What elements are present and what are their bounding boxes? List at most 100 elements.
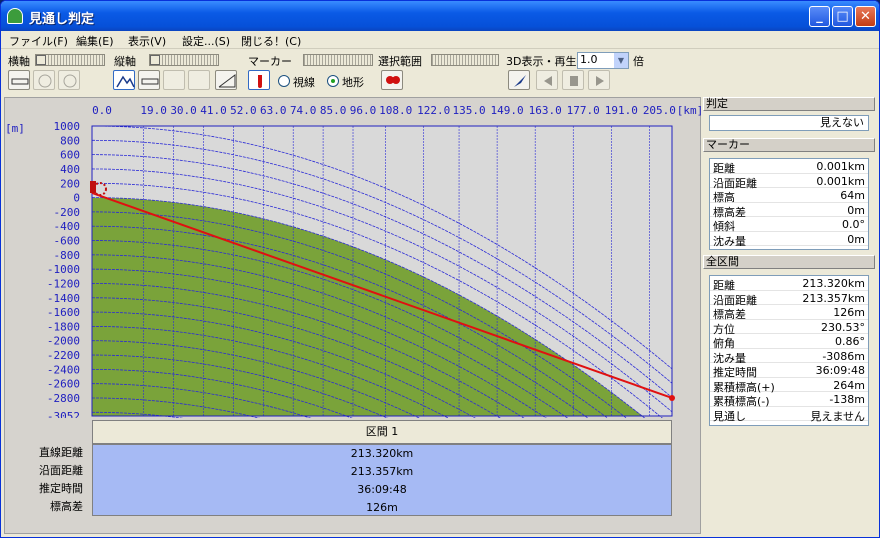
y-tick-label: -2200: [47, 349, 80, 362]
chart-panel: 0.0 19.0 30.0 41.0 52.0 63.0 74.0 85.0 96.0 108.0…: [4, 97, 702, 534]
speed-unit: 倍: [633, 55, 644, 68]
slider-thumb[interactable]: [150, 55, 160, 65]
selection-range-slider[interactable]: [431, 54, 499, 66]
sight-line-radio[interactable]: [278, 75, 290, 87]
y-unit-label: [m]: [5, 122, 25, 135]
section-stat-label: 標高差: [50, 500, 83, 513]
play-back-icon[interactable]: [536, 70, 558, 90]
total-value: 126m: [833, 306, 865, 319]
marker-value: 0m: [847, 232, 865, 246]
compass-icon[interactable]: [508, 70, 530, 90]
marker-row: 標高差 0m: [710, 203, 868, 219]
y-tick-label: 600: [60, 149, 80, 162]
menu-bar: ファイル(F) 編集(E) 表示(V) 設定...(S) 閉じる！(C): [1, 31, 879, 49]
side-panel: 判定 見えない マーカー 距離 0.001km 沿面距離 0.001km 標高 64m 標高…: [703, 97, 875, 534]
total-info: 距離 213.320km 沿面距離 213.357km 標高差 126m 方位 230.53°…: [709, 275, 869, 426]
marker-label: マーカー: [248, 55, 292, 68]
mountain-icon[interactable]: [113, 70, 135, 90]
x-tick-label: 19.0: [140, 104, 167, 117]
clock-icon[interactable]: [33, 70, 55, 90]
total-row: 沈み量 -3086m: [710, 349, 868, 365]
x-tick-label: 52.0: [230, 104, 257, 117]
stop-icon[interactable]: [562, 70, 584, 90]
playback-3d-label: 3D表示・再生: [506, 55, 577, 68]
section-stats: 213.320km 213.357km 36:09:48 126m: [92, 444, 672, 516]
sight-line-label: 視線: [293, 76, 315, 89]
x-tick-label: 149.0: [491, 104, 524, 117]
section-stat-label: 直線距離: [39, 446, 83, 459]
selection-range-label: 選択範囲: [378, 55, 422, 68]
marker-row: 距離 0.001km: [710, 159, 868, 175]
x-tick-label: 135.0: [452, 104, 485, 117]
curve-icon[interactable]: [163, 70, 185, 90]
y-tick-label: -1800: [47, 320, 80, 333]
speed-value: 1.0: [580, 53, 598, 66]
total-value: 見えません: [810, 409, 865, 423]
slope-icon[interactable]: [215, 70, 237, 90]
speed-select[interactable]: 1.0 ▼: [577, 52, 629, 69]
marker-row: 傾斜 0.0°: [710, 217, 868, 233]
x-tick-label: 74.0: [290, 104, 317, 117]
ruler-icon[interactable]: [8, 70, 30, 90]
flat-ruler-icon[interactable]: [138, 70, 160, 90]
marker-row: 沈み量 0m: [710, 232, 868, 248]
y-tick-label: -1600: [47, 306, 80, 319]
y-tick-label: -2800: [47, 392, 80, 405]
speedometer-icon[interactable]: [188, 70, 210, 90]
marker-slider[interactable]: [303, 54, 373, 66]
title-bar[interactable]: 見通し判定 _ □ ✕: [1, 1, 879, 31]
x-tick-label: 0.0: [92, 104, 112, 117]
y-tick-label: 800: [60, 134, 80, 147]
timer-icon[interactable]: [58, 70, 80, 90]
marker-info: 距離 0.001km 沿面距離 0.001km 標高 64m 標高差 0m 傾斜 0.0° 沈み量 0…: [709, 158, 869, 250]
menu-settings[interactable]: 設定...(S): [182, 33, 230, 49]
x-tick-label: 41.0: [200, 104, 227, 117]
y-tick-label: -600: [54, 235, 81, 248]
total-value: 213.357km: [802, 291, 865, 305]
y-tick-label: 1000: [54, 120, 81, 133]
horizontal-axis-slider[interactable]: [35, 54, 105, 66]
y-tick-label: -2400: [47, 363, 80, 376]
minimize-button[interactable]: _: [809, 6, 830, 27]
total-row: 方位 230.53°: [710, 320, 868, 336]
x-tick-label: 108.0: [379, 104, 412, 117]
x-tick-label: 122.0: [417, 104, 450, 117]
terrain-label: 地形: [342, 76, 364, 89]
total-row: 見通し 見えません: [710, 407, 868, 423]
y-tick-label: -2000: [47, 335, 80, 348]
menu-file[interactable]: ファイル(F): [9, 33, 68, 49]
profile-chart[interactable]: 0.0 19.0 30.0 41.0 52.0 63.0 74.0 85.0 96.0 108.0…: [5, 98, 702, 418]
total-row: 沿面距離 213.357km: [710, 291, 868, 307]
marker-pair-icon[interactable]: [381, 70, 403, 90]
marker-value: 0.0°: [842, 218, 865, 231]
x-tick-label: 85.0: [320, 104, 347, 117]
maximize-button[interactable]: □: [832, 6, 853, 27]
y-tick-label: 400: [60, 163, 80, 176]
app-window: 見通し判定 _ □ ✕ ファイル(F) 編集(E) 表示(V) 設定...(S)…: [0, 0, 880, 538]
x-tick-label: 96.0: [350, 104, 377, 117]
play-forward-icon[interactable]: [588, 70, 610, 90]
slider-thumb[interactable]: [36, 55, 46, 65]
judgement-title: 判定: [703, 97, 875, 111]
y-tick-label: 200: [60, 177, 80, 190]
menu-edit[interactable]: 編集(E): [76, 33, 114, 49]
menu-view[interactable]: 表示(V): [128, 33, 166, 49]
marker-title: マーカー: [703, 138, 875, 152]
vertical-axis-label: 縦軸: [114, 55, 136, 68]
section-stat-label: 推定時間: [39, 482, 83, 495]
close-button[interactable]: ✕: [855, 6, 876, 27]
total-row: 累積標高(+) 264m: [710, 378, 868, 394]
total-row: 推定時間 36:09:48: [710, 363, 868, 379]
y-tick-label: 0: [73, 192, 80, 205]
terrain-radio[interactable]: [327, 75, 339, 87]
judgement-value: 見えない: [709, 115, 869, 131]
section-stat-value: 213.357km: [350, 465, 414, 478]
chevron-down-icon[interactable]: ▼: [614, 53, 628, 68]
marker-value: 0.001km: [816, 174, 865, 188]
section-stat-value: 36:09:48: [357, 483, 407, 496]
vertical-axis-slider[interactable]: [149, 54, 219, 66]
menu-close[interactable]: 閉じる！(C): [241, 33, 301, 49]
total-value: 0.86°: [835, 335, 865, 348]
pin-icon[interactable]: [248, 70, 270, 90]
total-value: 36:09:48: [815, 364, 865, 377]
